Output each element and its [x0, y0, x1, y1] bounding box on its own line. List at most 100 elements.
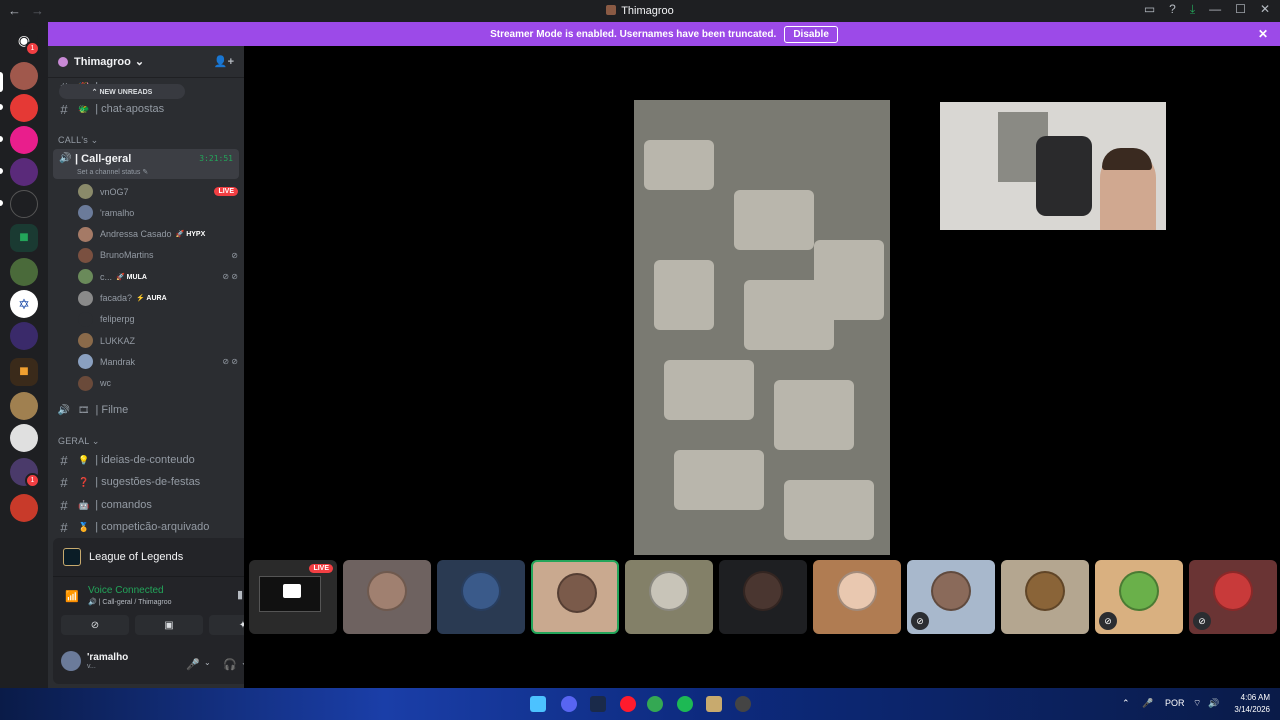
voice-connected-label[interactable]: Voice Connected	[88, 585, 164, 596]
voice-channel-filme[interactable]: 🔊 🎞 | Filme	[56, 400, 236, 420]
category-calls[interactable]: CALL's ⌄	[58, 135, 98, 146]
participant-tile[interactable]: ⊘	[907, 560, 995, 634]
close-banner-icon[interactable]: ✕	[1258, 27, 1268, 41]
server-icon-israel[interactable]: ✡	[10, 290, 38, 318]
maximize-button[interactable]: ☐	[1235, 2, 1246, 17]
voice-user[interactable]: Mandrak ⊘ ⊘	[78, 352, 238, 371]
screen-share-button[interactable]: ▣	[135, 615, 203, 635]
channel-item[interactable]: # 🤖 | comandos	[56, 495, 236, 515]
folder-icon-2[interactable]: ■	[10, 358, 38, 386]
channel-status[interactable]: Set a channel status ✎	[77, 168, 148, 176]
server-icon-4[interactable]	[10, 158, 38, 186]
voice-user[interactable]: BrunoMartins ⊘	[78, 246, 238, 265]
voice-user[interactable]: c... 🚀 MULA ⊘ ⊘	[78, 267, 238, 286]
participant-tile[interactable]	[625, 560, 713, 634]
participant-tile[interactable]	[813, 560, 901, 634]
voice-channel-name: | Call-geral	[75, 153, 132, 165]
add-member-icon[interactable]: 👤+	[214, 55, 234, 68]
hash-icon: #	[60, 452, 68, 468]
channel-item[interactable]: # ❓ | sugestões-de-festas	[56, 472, 236, 492]
server-icon-youtube[interactable]	[10, 94, 38, 122]
channel-sidebar: Thimagroo ⌄ 👤+ #🎉| r... ⌃ NEW UNREADS #🐲…	[48, 46, 287, 688]
tray-chevron-icon[interactable]: ⌃	[1122, 698, 1130, 709]
participant-tile[interactable]	[531, 560, 619, 634]
inbox-icon[interactable]: ▭	[1144, 2, 1155, 17]
voice-user[interactable]: LUKKAZ	[78, 331, 238, 350]
folder-icon[interactable]: ■	[10, 224, 38, 252]
main-video-stream[interactable]	[634, 100, 890, 555]
camera-off-button[interactable]: ⊘	[61, 615, 129, 635]
channel-item[interactable]: # 🏅 | competicão-arquivado	[56, 517, 236, 537]
new-unreads-button[interactable]: ⌃ NEW UNREADS	[59, 84, 185, 99]
spotify-taskbar-icon[interactable]	[677, 696, 693, 712]
server-icon-thimagroo[interactable]	[10, 62, 38, 90]
voice-user[interactable]: 'ramalho	[78, 203, 238, 222]
chevron-down-icon[interactable]: ⌄	[204, 658, 211, 667]
tray-mic-icon[interactable]: 🎤	[1142, 698, 1153, 709]
discord-home-icon[interactable]: ◉ 1	[10, 26, 40, 56]
voice-channel-call-geral[interactable]: 🔊 | Call-geral 3:21:51 Set a channel sta…	[53, 149, 239, 179]
banner-text: Streamer Mode is enabled. Usernames have…	[490, 28, 777, 40]
channel-emoji: 💡	[78, 454, 90, 465]
download-icon[interactable]: ⤓	[1190, 2, 1195, 17]
server-icon-3[interactable]	[10, 126, 38, 154]
app2-taskbar-icon[interactable]	[735, 696, 751, 712]
system-clock[interactable]: 4:06 AM 3/14/2026	[1234, 692, 1270, 716]
voice-user-name: Andressa Casado	[100, 229, 172, 240]
headphones-icon[interactable]: 🎧	[223, 658, 237, 671]
participant-tile[interactable]	[1001, 560, 1089, 634]
language-indicator[interactable]: POR	[1165, 698, 1185, 708]
game-activity[interactable]: League of Legends	[63, 548, 183, 566]
app-taskbar-icon[interactable]	[590, 696, 606, 712]
server-icon-5[interactable]	[10, 190, 38, 218]
participant-tile[interactable]	[437, 560, 525, 634]
participant-avatar	[649, 571, 689, 611]
muted-icon: ⊘	[1099, 612, 1117, 630]
discord-taskbar-icon[interactable]	[561, 696, 577, 712]
voice-user[interactable]: feliperpg	[78, 310, 238, 329]
server-icon-14[interactable]	[10, 494, 38, 522]
channel-item[interactable]: # 💡 | ideias-de-conteudo	[56, 450, 236, 470]
server-icon-11[interactable]	[10, 392, 38, 420]
participant-tile[interactable]	[343, 560, 431, 634]
voice-user[interactable]: vnOG7 LIVE	[78, 182, 238, 201]
minimize-button[interactable]: —	[1209, 2, 1221, 17]
avatar	[78, 247, 93, 263]
picture-in-picture-camera[interactable]	[940, 102, 1166, 230]
user-status: v...	[87, 663, 96, 670]
video-frame-stone	[664, 360, 754, 420]
video-frame-stone	[814, 240, 884, 320]
server-icon-12[interactable]	[10, 424, 38, 452]
participant-avatar	[1119, 571, 1159, 611]
microphone-icon[interactable]: 🎤	[186, 658, 200, 671]
server-header[interactable]: Thimagroo ⌄ 👤+	[48, 46, 244, 78]
category-geral[interactable]: GERAL ⌄	[58, 436, 100, 447]
server-icon-13[interactable]: 1	[10, 458, 40, 488]
voice-user[interactable]: facada? ⚡ AURA	[78, 289, 238, 308]
participant-tile[interactable]: ⊘	[1095, 560, 1183, 634]
channel-label: | comandos	[95, 499, 152, 511]
mute-deafen-icon: ⊘ ⊘	[222, 357, 238, 367]
voice-user[interactable]: Andressa Casado 🚀 HYPX	[78, 225, 238, 244]
server-icon-9[interactable]	[10, 322, 38, 350]
volume-icon[interactable]: 🔊	[1208, 698, 1219, 709]
disable-button[interactable]: Disable	[784, 25, 838, 43]
voice-channel-path[interactable]: 🔊 | Call-geral / Thimagroo	[88, 598, 172, 606]
channel-item[interactable]: # 🐲 | chat-apostas	[56, 99, 236, 119]
voice-user[interactable]: wc	[78, 374, 238, 393]
help-icon[interactable]: ?	[1169, 2, 1176, 17]
start-icon[interactable]	[530, 696, 546, 712]
home-badge: 1	[25, 41, 40, 56]
wifi-icon[interactable]: ⌔	[1193, 698, 1201, 709]
chrome-taskbar-icon[interactable]	[647, 696, 663, 712]
server-icon-7[interactable]	[10, 258, 38, 286]
screen-share-thumbnail[interactable]: LIVE	[249, 560, 337, 634]
close-window-button[interactable]: ✕	[1260, 2, 1270, 17]
unread-pill	[0, 104, 3, 110]
participant-tile[interactable]	[719, 560, 807, 634]
current-user[interactable]: 'ramalho v...	[61, 651, 128, 671]
league-taskbar-icon[interactable]	[706, 696, 722, 712]
participant-tile[interactable]: ⊘	[1189, 560, 1277, 634]
speaker-icon: 🔊	[59, 153, 72, 164]
opera-taskbar-icon[interactable]	[620, 696, 636, 712]
